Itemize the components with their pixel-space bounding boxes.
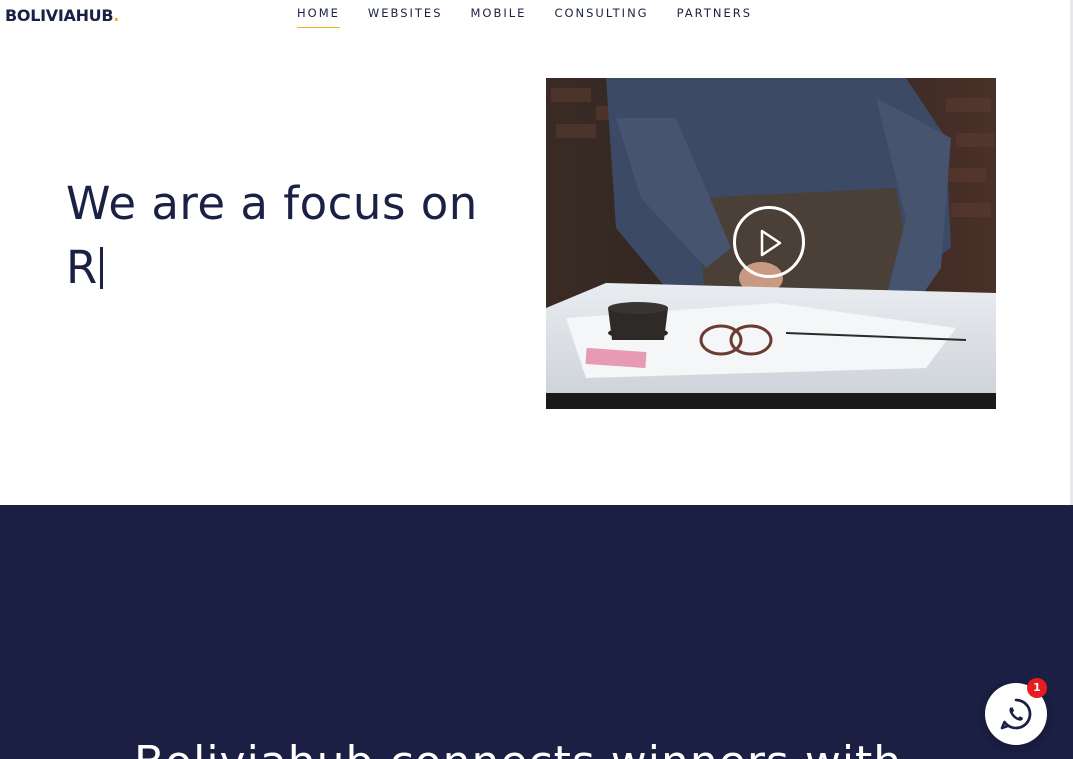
play-button[interactable] (733, 206, 805, 278)
nav-item-mobile[interactable]: MOBILE (471, 6, 527, 28)
typing-cursor (99, 247, 103, 289)
hero-headline: We are a focus on R (66, 172, 526, 300)
hero-video[interactable] (546, 78, 996, 409)
logo[interactable]: BOLIVIAHUB. (5, 6, 119, 25)
whatsapp-icon (1000, 698, 1032, 730)
intro-section: Boliviahub connects winners with (0, 505, 1073, 759)
nav-item-partners[interactable]: PARTNERS (677, 6, 752, 28)
hero-headline-line2: R (66, 236, 526, 300)
logo-text: BOLIVIAHUB (5, 6, 114, 25)
nav-item-websites[interactable]: WEBSITES (368, 6, 443, 28)
hero-headline-line1: We are a focus on (66, 177, 478, 230)
page: BOLIVIAHUB. HOME WEBSITES MOBILE CONSULT… (0, 0, 1073, 759)
nav-item-home[interactable]: HOME (297, 6, 340, 28)
logo-dot: . (113, 6, 120, 25)
section-heading: Boliviahub connects winners with (134, 737, 1034, 759)
nav-item-consulting[interactable]: CONSULTING (554, 6, 648, 28)
typed-text: R (66, 241, 98, 294)
play-icon (760, 229, 782, 257)
main-nav: HOME WEBSITES MOBILE CONSULTING PARTNERS (297, 6, 780, 28)
notification-badge: 1 (1027, 678, 1047, 698)
header: BOLIVIAHUB. HOME WEBSITES MOBILE CONSULT… (0, 0, 1070, 34)
